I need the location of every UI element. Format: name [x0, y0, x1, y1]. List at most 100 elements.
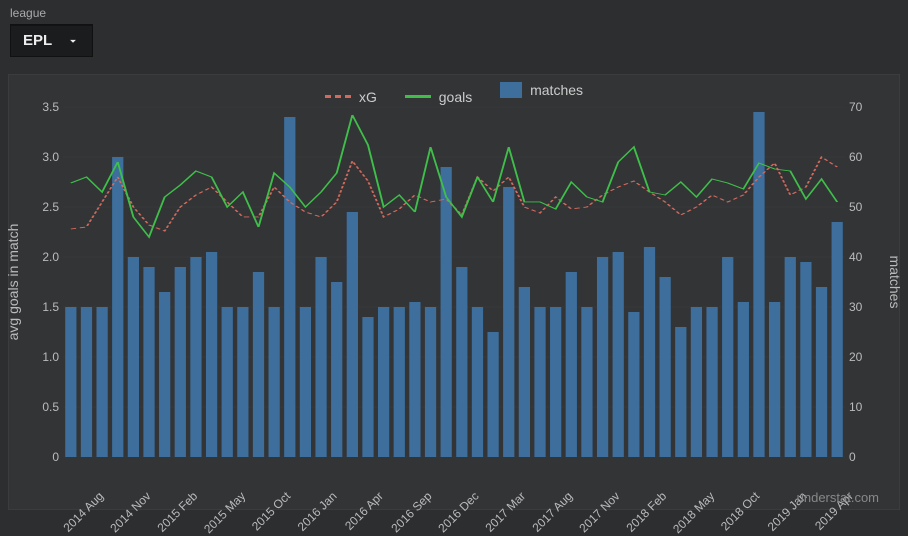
bar	[315, 257, 326, 457]
bar	[519, 287, 530, 457]
y-axis-right: matches 010203040506070	[849, 107, 889, 457]
ytick-left: 0.5	[19, 400, 59, 414]
bar	[660, 277, 671, 457]
bar	[425, 307, 436, 457]
bar	[503, 187, 514, 457]
xtick: 2018 May	[670, 489, 717, 536]
bar	[394, 307, 405, 457]
bar	[441, 167, 452, 457]
bar	[769, 302, 780, 457]
bar	[644, 247, 655, 457]
bar	[81, 307, 92, 457]
bar	[96, 307, 107, 457]
ytick-left: 2.0	[19, 250, 59, 264]
bar	[738, 302, 749, 457]
legend-label-xg: xG	[359, 89, 377, 105]
legend-label-goals: goals	[439, 89, 472, 105]
bar	[175, 267, 186, 457]
bar	[378, 307, 389, 457]
bar	[190, 257, 201, 457]
bar	[722, 257, 733, 457]
bar	[159, 292, 170, 457]
xtick: 2015 Oct	[248, 489, 292, 533]
bar	[112, 157, 123, 457]
chart-plot	[63, 107, 845, 457]
y-axis-left-label: avg goals in match	[5, 224, 21, 341]
bar	[785, 257, 796, 457]
xtick: 2016 Dec	[436, 489, 482, 535]
bar	[362, 317, 373, 457]
chart-legend: xG goals matches	[9, 82, 899, 105]
bar	[269, 307, 280, 457]
xtick: 2018 Oct	[718, 489, 762, 533]
bar	[800, 262, 811, 457]
y-axis-right-label: matches	[887, 256, 903, 309]
league-dropdown-value: EPL	[23, 32, 52, 49]
bar	[472, 307, 483, 457]
bar	[816, 287, 827, 457]
bar	[550, 307, 561, 457]
xtick: 2017 Nov	[576, 489, 622, 535]
bar	[128, 257, 139, 457]
goals-swatch	[405, 95, 431, 98]
bar	[706, 307, 717, 457]
ytick-left: 3.5	[19, 100, 59, 114]
league-filter: league EPL	[10, 6, 93, 57]
ytick-right: 30	[849, 300, 889, 314]
xtick: 2016 Sep	[389, 489, 435, 535]
xtick: 2016 Apr	[342, 489, 386, 533]
legend-item-xg[interactable]: xG	[325, 89, 377, 105]
bar	[675, 327, 686, 457]
bar	[832, 222, 843, 457]
y-axis-left: avg goals in match 00.51.01.52.02.53.03.…	[19, 107, 59, 457]
ytick-right: 10	[849, 400, 889, 414]
bar	[331, 282, 342, 457]
xtick: 2016 Jan	[295, 489, 340, 534]
bar	[284, 117, 295, 457]
page: league EPL xG goals matches avg goals in…	[0, 0, 908, 528]
legend-label-matches: matches	[530, 82, 583, 98]
league-dropdown[interactable]: EPL	[10, 24, 93, 57]
line-goals	[71, 115, 837, 237]
bar	[613, 252, 624, 457]
bar	[143, 267, 154, 457]
bar	[456, 267, 467, 457]
ytick-right: 60	[849, 150, 889, 164]
chart-svg	[63, 107, 845, 457]
bar	[409, 302, 420, 457]
bar	[300, 307, 311, 457]
ytick-left: 0	[19, 450, 59, 464]
xtick: 2014 Nov	[107, 489, 153, 535]
bar	[566, 272, 577, 457]
league-filter-label: league	[10, 6, 93, 20]
bar	[222, 307, 233, 457]
ytick-right: 70	[849, 100, 889, 114]
ytick-right: 20	[849, 350, 889, 364]
xtick: 2015 May	[201, 489, 248, 536]
matches-swatch	[500, 82, 522, 98]
bar	[487, 332, 498, 457]
xg-swatch	[325, 95, 351, 98]
ytick-left: 1.0	[19, 350, 59, 364]
ytick-right: 40	[849, 250, 889, 264]
ytick-left: 2.5	[19, 200, 59, 214]
xtick: 2019 Apr	[812, 489, 856, 533]
ytick-right: 0	[849, 450, 889, 464]
xtick: 2019 Jan	[764, 489, 809, 534]
line-xG	[71, 157, 837, 231]
bar	[581, 307, 592, 457]
legend-item-matches[interactable]: matches	[500, 82, 583, 98]
bar	[534, 307, 545, 457]
bar	[253, 272, 264, 457]
ytick-left: 3.0	[19, 150, 59, 164]
ytick-left: 1.5	[19, 300, 59, 314]
bar	[628, 312, 639, 457]
chevron-down-icon	[66, 34, 80, 48]
bar	[691, 307, 702, 457]
ytick-right: 50	[849, 200, 889, 214]
x-axis: 2014 Aug2014 Nov2015 Feb2015 May2015 Oct…	[63, 457, 845, 509]
legend-item-goals[interactable]: goals	[405, 89, 472, 105]
bar	[597, 257, 608, 457]
bar	[347, 212, 358, 457]
bar	[237, 307, 248, 457]
